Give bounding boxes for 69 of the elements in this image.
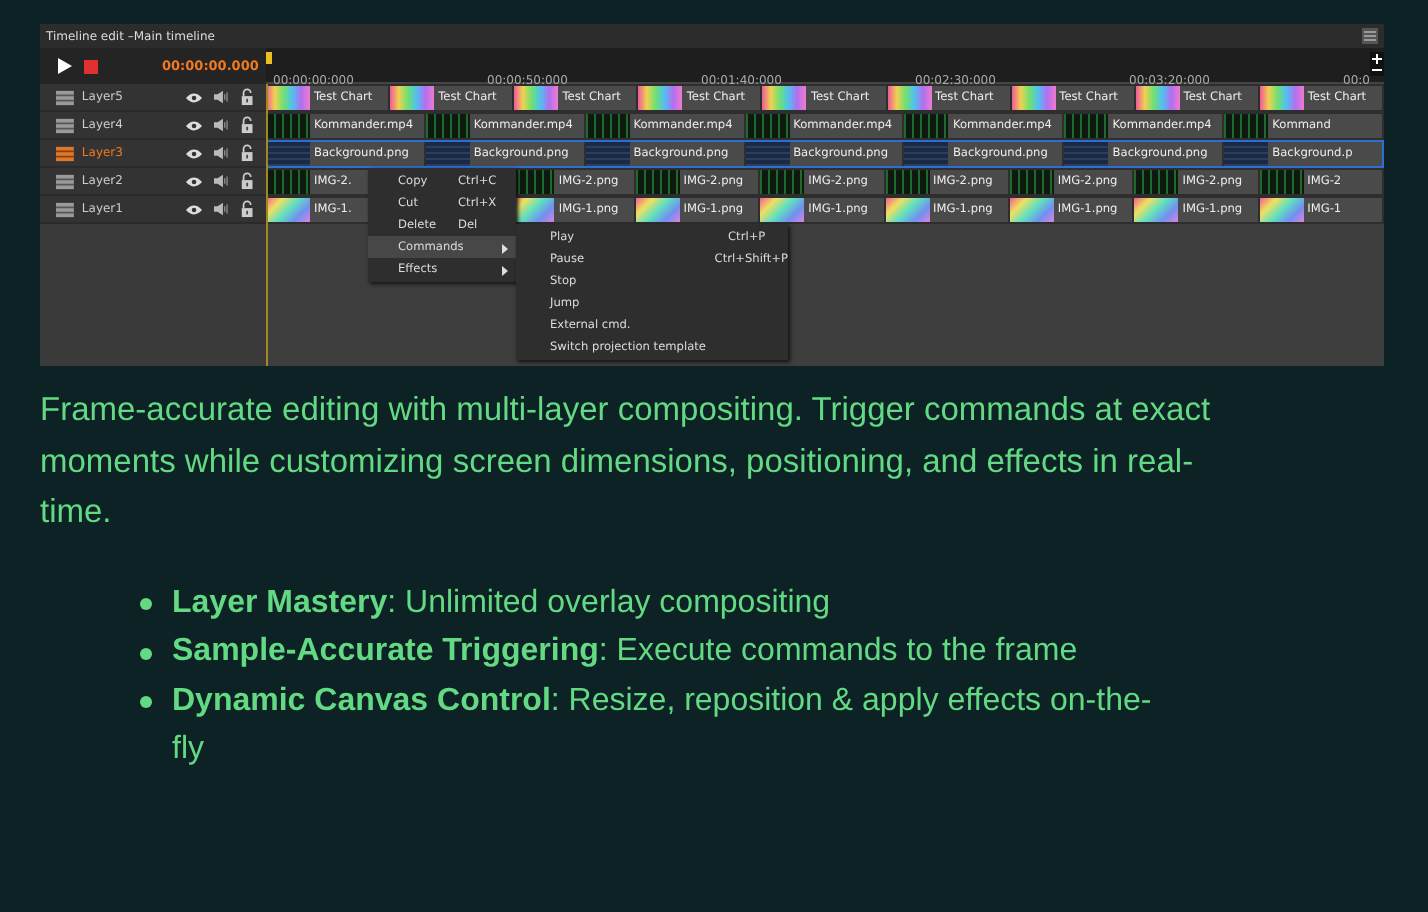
eye-icon[interactable] xyxy=(185,175,202,187)
layer-icon xyxy=(56,117,74,133)
lock-icon[interactable] xyxy=(239,200,254,218)
video-thumbnail xyxy=(585,114,630,138)
color-bars-thumbnail xyxy=(762,86,807,110)
color-bars-thumbnail xyxy=(1259,86,1304,110)
color-bars-thumbnail xyxy=(887,86,932,110)
bullet-icon xyxy=(140,696,152,708)
color-bars-thumbnail xyxy=(885,198,929,222)
video-thumbnail xyxy=(1259,170,1304,194)
lock-icon[interactable] xyxy=(239,172,254,190)
video-thumbnail xyxy=(425,142,470,166)
video-thumbnail xyxy=(1134,170,1179,194)
eye-icon[interactable] xyxy=(185,119,202,131)
feature-text: Sample-Accurate Triggering: Execute commands to the frame xyxy=(172,632,1078,672)
speaker-icon[interactable] xyxy=(213,146,228,160)
color-bars-thumbnail xyxy=(1135,86,1180,110)
video-thumbnail xyxy=(266,114,310,138)
video-thumbnail xyxy=(904,142,949,166)
layer-icon xyxy=(56,173,74,189)
color-bars-thumbnail xyxy=(760,198,805,222)
color-bars-thumbnail xyxy=(1134,198,1179,222)
stop-icon[interactable] xyxy=(84,59,98,73)
eye-icon[interactable] xyxy=(185,147,202,159)
layer-icon xyxy=(56,201,74,217)
speaker-icon[interactable] xyxy=(213,174,228,188)
color-bars-thumbnail xyxy=(1009,198,1054,222)
layer-icon xyxy=(56,89,74,105)
video-thumbnail xyxy=(1064,114,1109,138)
eye-icon[interactable] xyxy=(185,91,202,103)
video-thumbnail xyxy=(745,142,790,166)
video-thumbnail xyxy=(266,170,310,194)
speaker-icon[interactable] xyxy=(213,118,228,132)
video-thumbnail xyxy=(1224,142,1269,166)
lock-icon[interactable] xyxy=(239,116,254,134)
video-thumbnail xyxy=(904,114,949,138)
video-thumbnail xyxy=(585,142,630,166)
color-bars-thumbnail xyxy=(638,86,683,110)
video-thumbnail xyxy=(760,170,805,194)
zoom-icon[interactable] xyxy=(1370,52,1384,76)
menu-icon[interactable] xyxy=(1362,28,1378,44)
video-thumbnail xyxy=(635,170,680,194)
eye-icon[interactable] xyxy=(185,203,202,215)
video-thumbnail xyxy=(266,142,310,166)
feature-text: Layer Mastery: Unlimited overlay compositing xyxy=(172,583,831,623)
color-bars-thumbnail xyxy=(266,86,310,110)
feature-text: Dynamic Canvas Control: Resize, reposition & apply effects on-the-fly xyxy=(172,681,1154,770)
bullet-icon xyxy=(140,647,152,659)
layer-icon xyxy=(56,145,74,161)
color-bars-thumbnail xyxy=(1011,86,1056,110)
speaker-icon[interactable] xyxy=(213,90,228,104)
playhead-handle[interactable] xyxy=(265,52,272,64)
video-thumbnail xyxy=(1009,170,1054,194)
video-thumbnail xyxy=(1224,114,1269,138)
color-bars-thumbnail xyxy=(1259,198,1304,222)
video-thumbnail xyxy=(885,170,929,194)
speaker-icon[interactable] xyxy=(213,202,228,216)
description-paragraph: Frame-accurate editing with multi-layer compositing. Trigger commands at exact moments while customizing screen dimensions, positioning, and effects in real-time. xyxy=(40,390,1213,534)
play-icon[interactable] xyxy=(58,58,72,74)
color-bars-thumbnail xyxy=(514,86,559,110)
video-thumbnail xyxy=(425,114,470,138)
bullet-icon xyxy=(140,598,152,610)
color-bars-thumbnail xyxy=(390,86,435,110)
color-bars-thumbnail xyxy=(266,198,310,222)
color-bars-thumbnail xyxy=(635,198,680,222)
video-thumbnail xyxy=(745,114,790,138)
video-thumbnail xyxy=(1064,142,1109,166)
lock-icon[interactable] xyxy=(239,144,254,162)
lock-icon[interactable] xyxy=(239,88,254,106)
